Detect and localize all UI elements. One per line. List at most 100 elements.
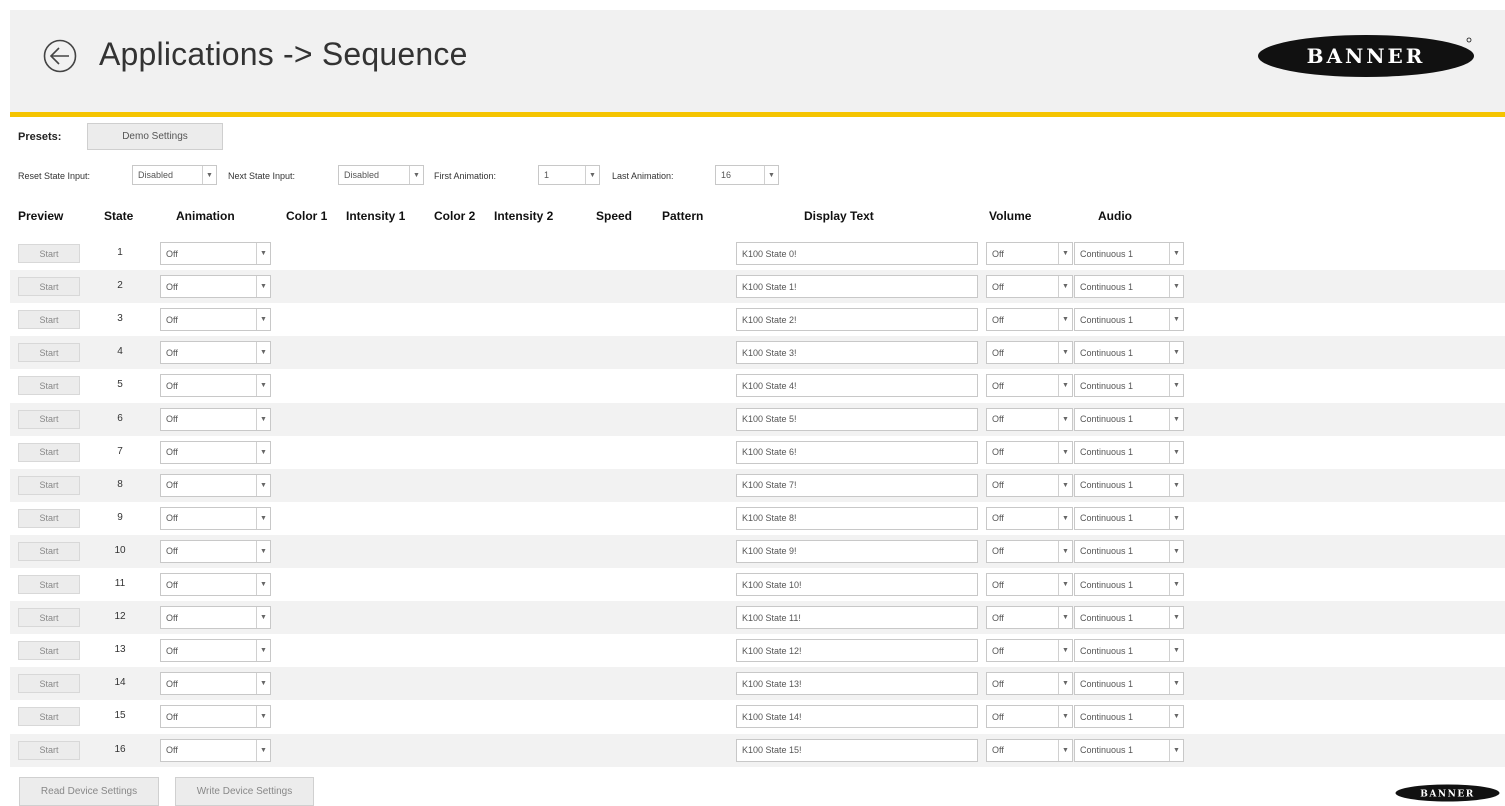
start-preview-button[interactable]: Start bbox=[18, 641, 80, 661]
audio-select[interactable]: Continuous 1 ▼ bbox=[1074, 705, 1184, 729]
start-preview-button[interactable]: Start bbox=[18, 244, 80, 263]
volume-select[interactable]: Off ▼ bbox=[986, 573, 1073, 596]
chevron-down-icon: ▼ bbox=[1169, 309, 1183, 331]
volume-select[interactable]: Off ▼ bbox=[986, 639, 1073, 663]
audio-select[interactable]: Continuous 1 ▼ bbox=[1074, 374, 1184, 398]
display-text-input[interactable]: K100 State 14! bbox=[736, 705, 978, 729]
last-animation-select[interactable]: 16 ▼ bbox=[715, 165, 779, 185]
animation-select[interactable]: Off ▼ bbox=[160, 308, 271, 332]
start-preview-button[interactable]: Start bbox=[18, 442, 80, 462]
reset-state-input-select[interactable]: Disabled ▼ bbox=[132, 165, 217, 185]
audio-select[interactable]: Continuous 1 ▼ bbox=[1074, 473, 1184, 497]
start-preview-button[interactable]: Start bbox=[18, 310, 80, 330]
display-text-input[interactable]: K100 State 8! bbox=[736, 506, 978, 530]
volume-select[interactable]: Off ▼ bbox=[986, 539, 1073, 563]
state-number: 1 bbox=[117, 247, 123, 258]
table-row: Start 14 Off ▼ K100 State 13! Off ▼ Continuous … bbox=[10, 667, 1505, 701]
display-text-input[interactable]: K100 State 10! bbox=[736, 573, 978, 596]
animation-value: Off bbox=[166, 380, 178, 391]
audio-select[interactable]: Continuous 1 ▼ bbox=[1074, 242, 1184, 265]
volume-select[interactable]: Off ▼ bbox=[986, 473, 1073, 497]
audio-select[interactable]: Continuous 1 ▼ bbox=[1074, 440, 1184, 464]
animation-select[interactable]: Off ▼ bbox=[160, 473, 271, 497]
animation-select[interactable]: Off ▼ bbox=[160, 506, 271, 530]
volume-select[interactable]: Off ▼ bbox=[986, 275, 1073, 299]
audio-select[interactable]: Continuous 1 ▼ bbox=[1074, 275, 1184, 299]
volume-value: Off bbox=[992, 314, 1004, 325]
audio-select[interactable]: Continuous 1 ▼ bbox=[1074, 407, 1184, 431]
start-preview-button[interactable]: Start bbox=[18, 508, 80, 528]
animation-select[interactable]: Off ▼ bbox=[160, 341, 271, 365]
display-text-input[interactable]: K100 State 9! bbox=[736, 539, 978, 563]
animation-select[interactable]: Off ▼ bbox=[160, 738, 271, 762]
display-text-input[interactable]: K100 State 0! bbox=[736, 242, 978, 265]
animation-select[interactable]: Off ▼ bbox=[160, 639, 271, 663]
state-number: 4 bbox=[117, 346, 123, 358]
animation-select[interactable]: Off ▼ bbox=[160, 539, 271, 563]
animation-select[interactable]: Off ▼ bbox=[160, 374, 271, 398]
display-text-input[interactable]: K100 State 12! bbox=[736, 639, 978, 663]
display-text-input[interactable]: K100 State 4! bbox=[736, 374, 978, 398]
audio-select[interactable]: Continuous 1 ▼ bbox=[1074, 308, 1184, 332]
start-preview-button[interactable]: Start bbox=[18, 475, 80, 495]
start-preview-button[interactable]: Start bbox=[18, 608, 80, 628]
display-text-input[interactable]: K100 State 13! bbox=[736, 672, 978, 696]
animation-select[interactable]: Off ▼ bbox=[160, 705, 271, 729]
volume-select[interactable]: Off ▼ bbox=[986, 506, 1073, 530]
start-preview-button[interactable]: Start bbox=[18, 541, 80, 561]
start-preview-button[interactable]: Start bbox=[18, 740, 80, 760]
volume-select[interactable]: Off ▼ bbox=[986, 705, 1073, 729]
animation-select[interactable]: Off ▼ bbox=[160, 672, 271, 696]
animation-select[interactable]: Off ▼ bbox=[160, 407, 271, 431]
volume-select[interactable]: Off ▼ bbox=[986, 341, 1073, 365]
start-preview-button[interactable]: Start bbox=[18, 575, 80, 594]
column-header-audio: Audio bbox=[1098, 209, 1132, 223]
display-text-input[interactable]: K100 State 11! bbox=[736, 606, 978, 630]
display-text-input[interactable]: K100 State 1! bbox=[736, 275, 978, 299]
start-preview-button[interactable]: Start bbox=[18, 277, 80, 297]
audio-select[interactable]: Continuous 1 ▼ bbox=[1074, 606, 1184, 630]
write-device-settings-button[interactable]: Write Device Settings bbox=[175, 777, 314, 806]
animation-select[interactable]: Off ▼ bbox=[160, 606, 271, 630]
animation-select[interactable]: Off ▼ bbox=[160, 573, 271, 596]
audio-select[interactable]: Continuous 1 ▼ bbox=[1074, 738, 1184, 762]
display-text-input[interactable]: K100 State 7! bbox=[736, 473, 978, 497]
display-text-input[interactable]: K100 State 5! bbox=[736, 407, 978, 431]
next-state-input-select[interactable]: Disabled ▼ bbox=[338, 165, 424, 185]
audio-select[interactable]: Continuous 1 ▼ bbox=[1074, 506, 1184, 530]
volume-value: Off bbox=[992, 678, 1004, 689]
volume-select[interactable]: Off ▼ bbox=[986, 242, 1073, 265]
chevron-down-icon: ▼ bbox=[1169, 706, 1183, 728]
volume-value: Off bbox=[992, 347, 1004, 358]
start-preview-button[interactable]: Start bbox=[18, 707, 80, 727]
first-animation-select[interactable]: 1 ▼ bbox=[538, 165, 600, 185]
back-arrow-icon[interactable] bbox=[43, 39, 77, 73]
volume-select[interactable]: Off ▼ bbox=[986, 738, 1073, 762]
display-text-input[interactable]: K100 State 2! bbox=[736, 308, 978, 332]
start-preview-button[interactable]: Start bbox=[18, 343, 80, 363]
volume-select[interactable]: Off ▼ bbox=[986, 440, 1073, 464]
animation-select[interactable]: Off ▼ bbox=[160, 275, 271, 299]
start-preview-button[interactable]: Start bbox=[18, 376, 80, 396]
demo-settings-button[interactable]: Demo Settings bbox=[87, 123, 223, 150]
volume-select[interactable]: Off ▼ bbox=[986, 407, 1073, 431]
volume-select[interactable]: Off ▼ bbox=[986, 672, 1073, 696]
audio-select[interactable]: Continuous 1 ▼ bbox=[1074, 539, 1184, 563]
audio-select[interactable]: Continuous 1 ▼ bbox=[1074, 573, 1184, 596]
animation-select[interactable]: Off ▼ bbox=[160, 242, 271, 265]
display-text-input[interactable]: K100 State 15! bbox=[736, 738, 978, 762]
audio-select[interactable]: Continuous 1 ▼ bbox=[1074, 639, 1184, 663]
animation-select[interactable]: Off ▼ bbox=[160, 440, 271, 464]
volume-select[interactable]: Off ▼ bbox=[986, 374, 1073, 398]
display-text-input[interactable]: K100 State 6! bbox=[736, 440, 978, 464]
display-text-input[interactable]: K100 State 3! bbox=[736, 341, 978, 365]
read-device-settings-button[interactable]: Read Device Settings bbox=[19, 777, 159, 806]
start-preview-button[interactable]: Start bbox=[18, 409, 80, 429]
table-row: Start 7 Off ▼ K100 State 6! Off ▼ Continuous 1 ▼ bbox=[10, 436, 1505, 469]
start-preview-button[interactable]: Start bbox=[18, 674, 80, 694]
volume-select[interactable]: Off ▼ bbox=[986, 606, 1073, 630]
audio-select[interactable]: Continuous 1 ▼ bbox=[1074, 672, 1184, 696]
audio-select[interactable]: Continuous 1 ▼ bbox=[1074, 341, 1184, 365]
chevron-down-icon: ▼ bbox=[1058, 507, 1072, 529]
volume-select[interactable]: Off ▼ bbox=[986, 308, 1073, 332]
